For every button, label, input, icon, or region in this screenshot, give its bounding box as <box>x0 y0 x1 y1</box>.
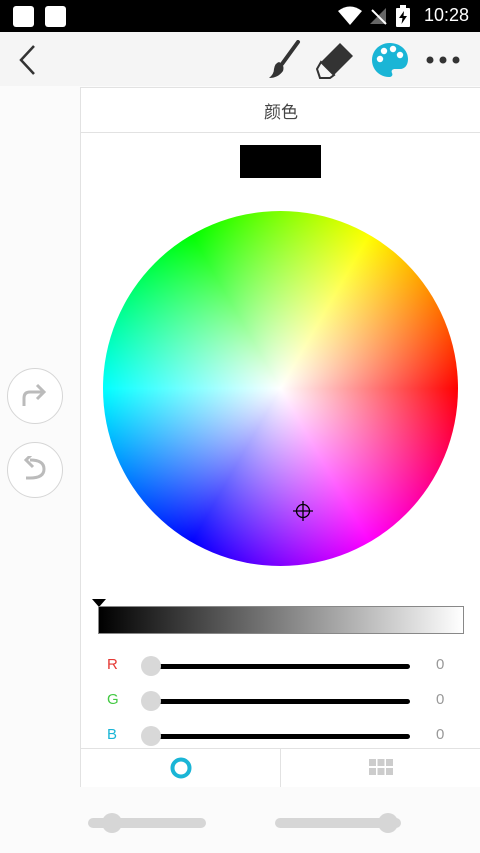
notification-icon <box>45 6 66 27</box>
blue-value: 0 <box>436 726 445 743</box>
green-value: 0 <box>436 691 445 708</box>
brush-opacity-thumb[interactable] <box>378 813 399 833</box>
undo-icon <box>23 456 46 480</box>
blue-label: B <box>107 726 118 743</box>
clock: 10:28 <box>423 5 469 25</box>
eraser-tool-button[interactable] <box>314 38 358 82</box>
palette-tool-button[interactable] <box>368 38 412 82</box>
red-slider-track[interactable] <box>152 664 410 669</box>
tab-color-wheel[interactable] <box>81 749 280 787</box>
wifi-icon <box>338 6 362 25</box>
blue-slider-track[interactable] <box>152 734 410 739</box>
back-arrow-icon <box>19 45 35 75</box>
more-options-button[interactable] <box>421 38 465 82</box>
status-bar: 10:28 <box>0 0 480 32</box>
grid-tab-icon <box>368 759 393 775</box>
green-slider-thumb[interactable] <box>141 691 161 711</box>
signal-off-icon <box>370 8 387 25</box>
brightness-bar[interactable] <box>98 606 464 634</box>
notification-icon <box>13 6 34 27</box>
color-wheel-tab-icon <box>170 757 191 779</box>
redo-button[interactable] <box>7 368 63 424</box>
redo-icon <box>22 383 47 406</box>
more-icon <box>426 56 460 64</box>
tab-swatch-grid[interactable] <box>281 749 480 787</box>
battery-icon <box>396 5 410 27</box>
palette-icon <box>372 43 408 77</box>
current-color-swatch <box>240 145 321 178</box>
panel-title: 颜色 <box>81 88 480 133</box>
color-panel: 颜色 R 0 G 0 B 0 <box>80 87 480 787</box>
red-slider-row: R 0 <box>81 651 480 681</box>
undo-button[interactable] <box>7 442 63 498</box>
brush-size-thumb[interactable] <box>101 813 122 833</box>
red-label: R <box>107 656 118 673</box>
blue-slider-thumb[interactable] <box>141 726 161 746</box>
red-value: 0 <box>436 656 445 673</box>
back-button[interactable] <box>6 38 50 82</box>
red-slider-thumb[interactable] <box>141 656 161 676</box>
green-label: G <box>107 691 119 708</box>
toolbar <box>0 32 480 86</box>
brush-tool-button[interactable] <box>262 38 306 82</box>
brush-size-slider[interactable] <box>88 813 206 833</box>
crosshair-icon <box>293 501 313 521</box>
blue-slider-row: B 0 <box>81 721 480 751</box>
green-slider-row: G 0 <box>81 686 480 716</box>
color-wheel[interactable] <box>103 211 458 566</box>
brush-icon <box>269 40 300 78</box>
green-slider-track[interactable] <box>152 699 410 704</box>
panel-tabs <box>81 748 480 787</box>
eraser-icon <box>316 43 353 79</box>
brush-opacity-slider[interactable] <box>275 813 401 833</box>
